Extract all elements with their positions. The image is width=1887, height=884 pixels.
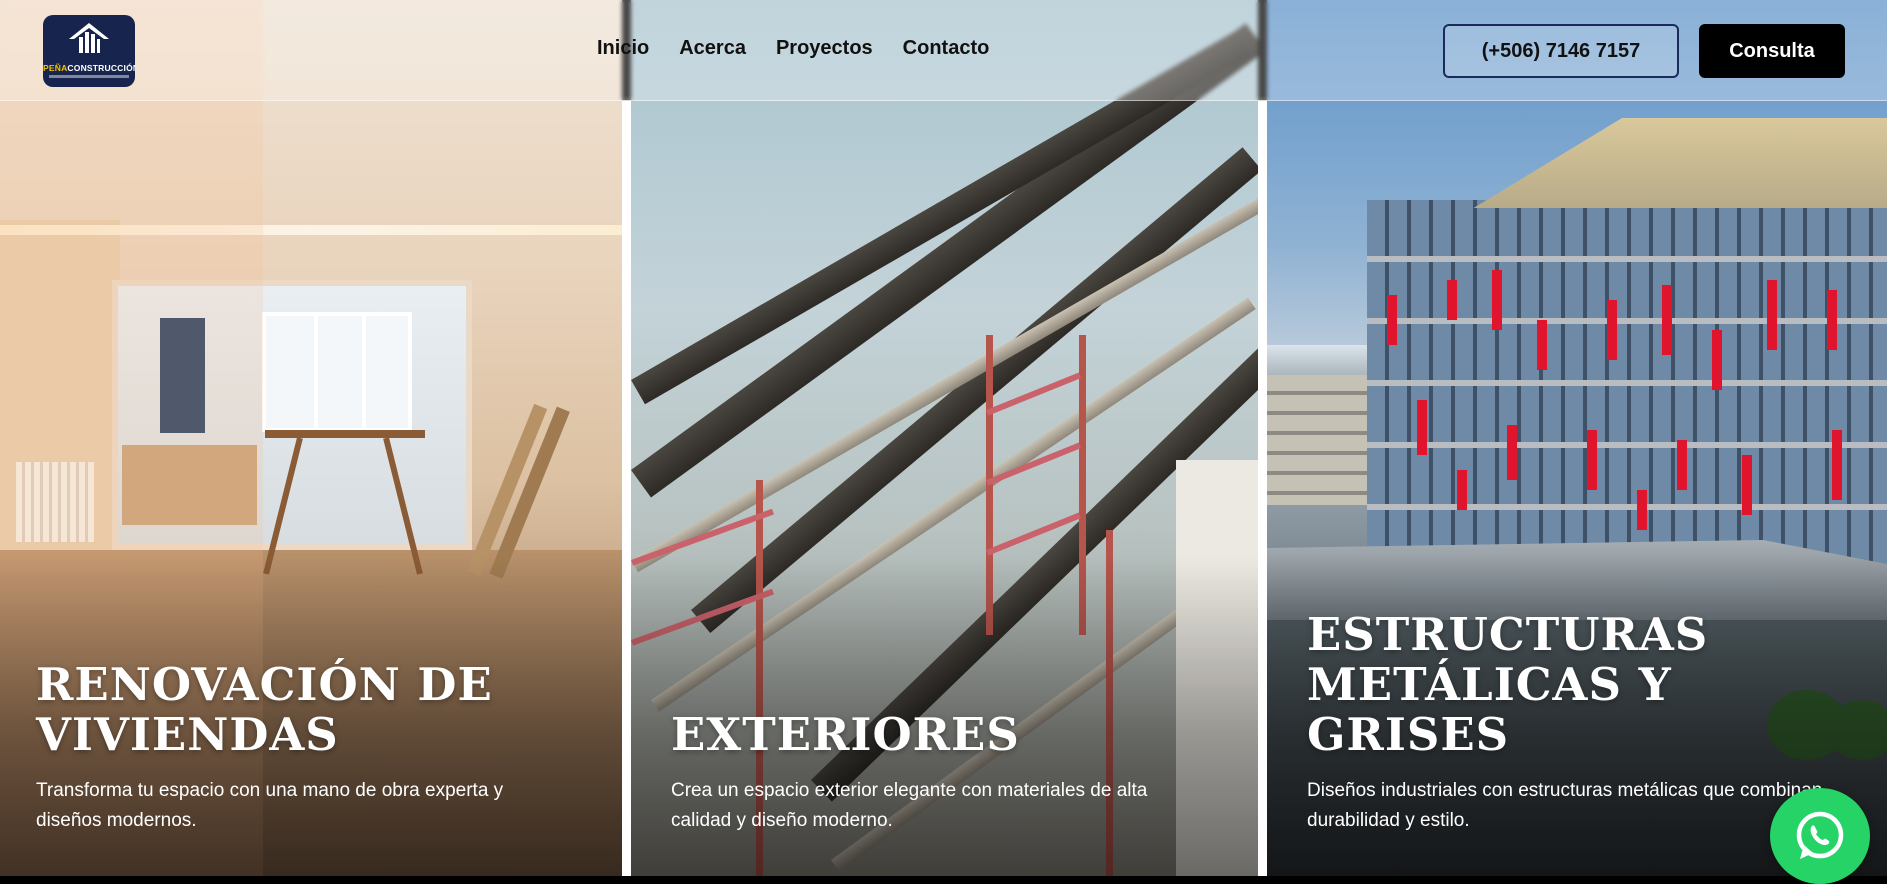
logo-wordmark: PEÑACONSTRUCCIÓN [43, 63, 135, 73]
site-header: PEÑACONSTRUCCIÓN Inicio Acerca Proyectos… [0, 0, 1887, 101]
service-panel-exteriores[interactable]: EXTERIORES Crea un espacio exterior eleg… [631, 0, 1258, 876]
nav-link-acerca[interactable]: Acerca [679, 37, 746, 60]
panel-title: ESTRUCTURAS METÁLICAS Y GRISES [1307, 608, 1709, 761]
nav-link-inicio[interactable]: Inicio [597, 37, 649, 60]
panel-title: EXTERIORES [671, 708, 1020, 761]
company-logo[interactable]: PEÑACONSTRUCCIÓN [43, 15, 135, 87]
service-panel-renovacion[interactable]: RENOVACIÓN DE VIVIENDAS Transforma tu es… [0, 0, 622, 876]
nav-link-contacto[interactable]: Contacto [903, 37, 990, 60]
panel-caption: EXTERIORES Crea un espacio exterior eleg… [671, 710, 1222, 836]
panel-description: Diseños industriales con estructuras met… [1307, 780, 1823, 831]
service-panel-estructuras[interactable]: ESTRUCTURAS METÁLICAS Y GRISES Diseños i… [1267, 0, 1887, 876]
whatsapp-icon [1796, 811, 1844, 859]
main-nav: Inicio Acerca Proyectos Contacto [597, 37, 989, 60]
phone-button[interactable]: (+506) 7146 7157 [1443, 24, 1679, 78]
nav-link-proyectos[interactable]: Proyectos [776, 37, 873, 60]
whatsapp-button[interactable] [1770, 788, 1870, 884]
hero-section: RENOVACIÓN DE VIVIENDAS Transforma tu es… [0, 0, 1887, 876]
house-logo-icon [69, 23, 109, 53]
panel-description: Crea un espacio exterior elegante con ma… [671, 780, 1148, 831]
consult-button[interactable]: Consulta [1699, 24, 1845, 78]
panel-title: RENOVACIÓN DE VIVIENDAS [36, 658, 493, 761]
panel-caption: RENOVACIÓN DE VIVIENDAS Transforma tu es… [36, 660, 586, 836]
panel-description: Transforma tu espacio con una mano de ob… [36, 780, 504, 831]
